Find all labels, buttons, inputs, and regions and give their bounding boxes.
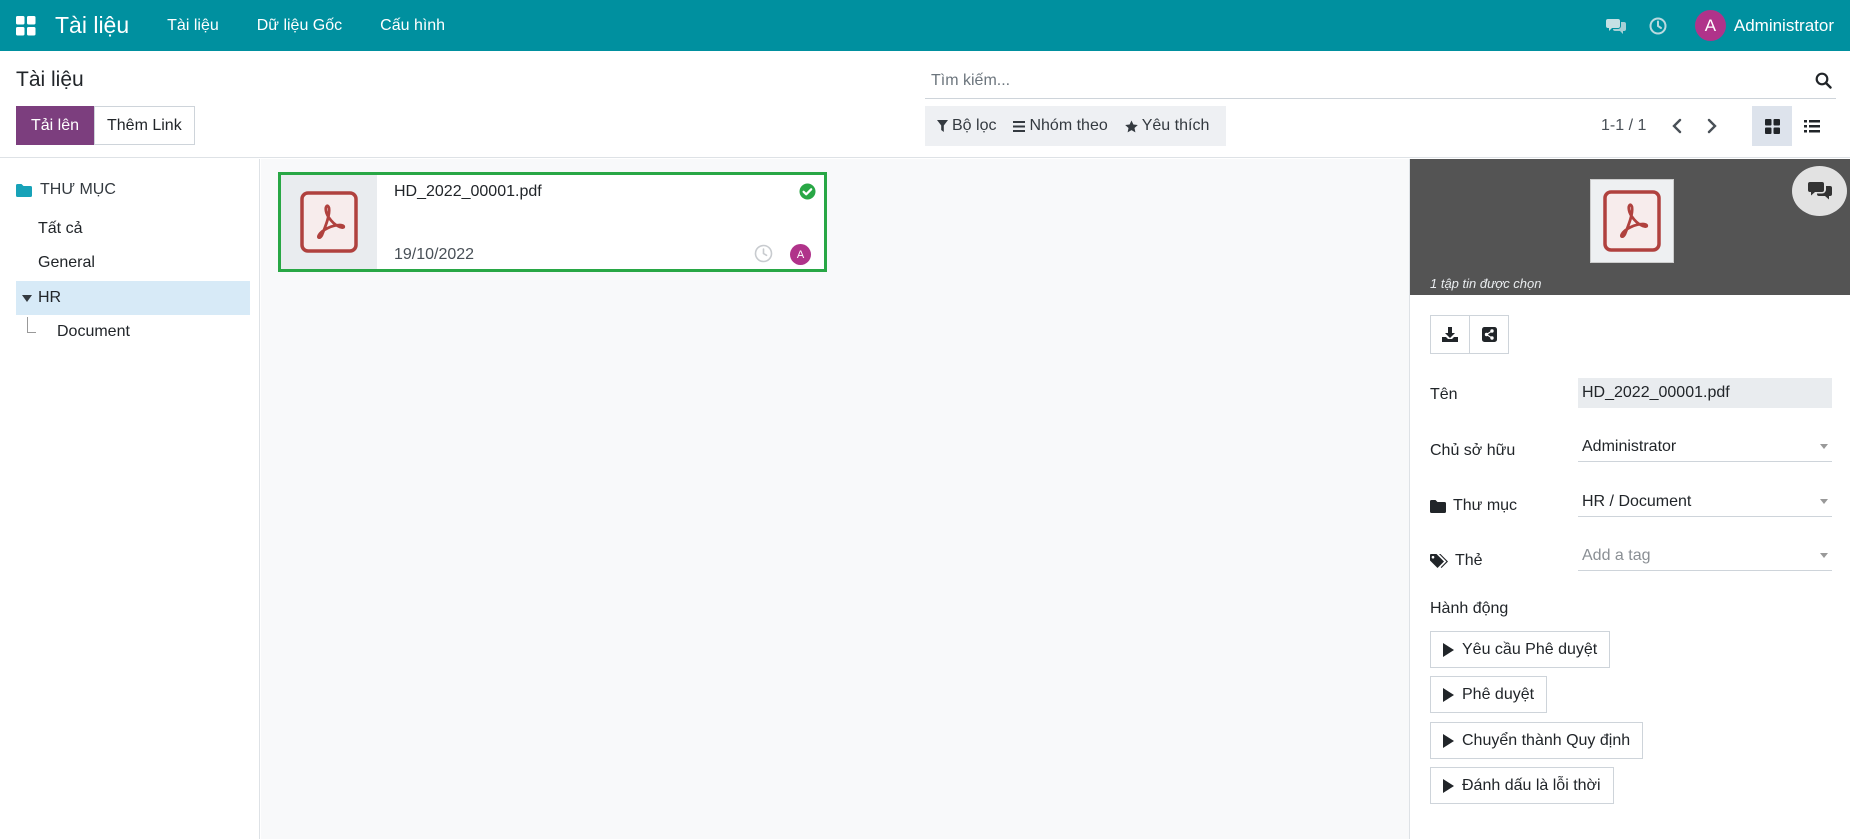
tags-input[interactable] [1582, 546, 1812, 565]
kanban-area: HD_2022_00001.pdf 19/10/2022 A [261, 159, 1409, 839]
pager-previous[interactable] [1663, 111, 1691, 141]
chatter-button[interactable] [1792, 166, 1847, 216]
tags-field[interactable] [1578, 541, 1832, 571]
action-label: Yêu cầu Phê duyệt [1462, 640, 1598, 658]
filters-label: Bộ lọc [952, 117, 997, 134]
sidebar-item-hr[interactable]: HR [16, 281, 250, 315]
menu-documents[interactable]: Tài liệu [167, 17, 219, 35]
sidebar-item-document[interactable]: Document [57, 323, 130, 341]
group-by-button[interactable]: Nhóm theo [1007, 117, 1118, 135]
document-inspector: 1 tập tin được chọn Tên HD_2022_00001.pd… [1409, 159, 1850, 839]
card-date: 19/10/2022 [394, 246, 475, 263]
chevron-down-icon[interactable] [1820, 553, 1828, 558]
name-field[interactable]: HD_2022_00001.pdf [1578, 378, 1832, 408]
kanban-icon [1764, 118, 1780, 134]
tags-label-row: Thẻ [1430, 552, 1483, 570]
folder-icon [1430, 499, 1446, 513]
download-button[interactable] [1430, 315, 1470, 354]
chevron-down-icon[interactable] [1820, 499, 1828, 504]
play-icon [1443, 778, 1454, 793]
folder-label-row: Thư mục [1430, 497, 1517, 515]
chevron-right-icon [1707, 118, 1717, 134]
search-bar [925, 63, 1836, 99]
search-input[interactable] [925, 71, 1812, 90]
sidebar-item-hr-label: HR [38, 289, 62, 306]
card-file-name: HD_2022_00001.pdf [394, 183, 542, 200]
breadcrumb: Tài liệu [16, 68, 84, 91]
pdf-icon [1603, 190, 1661, 252]
menu-master-data[interactable]: Dữ liệu Gốc [257, 17, 342, 35]
search-icon[interactable] [1812, 70, 1834, 92]
play-icon [1443, 687, 1454, 702]
folder-value: HR / Document [1582, 492, 1692, 510]
owner-field[interactable]: Administrator [1578, 432, 1832, 462]
action-label: Phê duyệt [1462, 685, 1535, 703]
grid-icon[interactable] [13, 13, 39, 39]
avatar[interactable]: A [790, 244, 811, 265]
card-thumbnail [281, 175, 377, 269]
caret-down-icon[interactable] [22, 294, 32, 302]
menu-configuration[interactable]: Cấu hình [380, 17, 445, 35]
group-by-label: Nhóm theo [1029, 117, 1108, 134]
top-navbar: Tài liệu Tài liệu Dữ liệu Gốc Cấu hình A… [0, 0, 1850, 51]
pager-next[interactable] [1698, 111, 1726, 141]
actions-heading: Hành động [1430, 600, 1509, 617]
clock-icon[interactable] [1647, 15, 1669, 37]
filters-button[interactable]: Bộ lọc [931, 117, 1007, 135]
document-card[interactable]: HD_2022_00001.pdf 19/10/2022 A [278, 172, 827, 272]
inspector-preview: 1 tập tin được chọn [1410, 159, 1850, 295]
action-mark-obsolete-button[interactable]: Đánh dấu là lỗi thời [1430, 767, 1614, 804]
upload-button[interactable]: Tải lên [16, 106, 95, 145]
bars-icon [1013, 120, 1026, 132]
folder-sidebar: THƯ MỤC Tất cả General HR Document [0, 159, 260, 839]
folder-field[interactable]: HR / Document [1578, 487, 1832, 517]
tags-label: Thẻ [1455, 552, 1483, 569]
chat-icon [1807, 182, 1832, 200]
favorites-label: Yêu thích [1141, 117, 1210, 134]
action-label: Chuyển thành Quy định [1462, 731, 1631, 749]
list-view-button[interactable] [1792, 106, 1832, 146]
avatar[interactable]: A [1694, 10, 1726, 41]
funnel-icon [937, 120, 948, 132]
action-convert-regulation-button[interactable]: Chuyển thành Quy định [1430, 722, 1644, 759]
chat-icon[interactable] [1605, 15, 1627, 37]
tree-connector [27, 317, 36, 333]
pdf-icon [300, 191, 358, 253]
share-icon [1481, 327, 1497, 342]
play-icon [1443, 642, 1454, 657]
owner-label: Chủ sở hữu [1430, 442, 1516, 459]
add-link-button[interactable]: Thêm Link [94, 106, 195, 145]
app-title[interactable]: Tài liệu [55, 12, 129, 39]
search-options: Bộ lọc Nhóm theo Yêu thích [925, 106, 1227, 146]
owner-value: Administrator [1582, 437, 1677, 455]
user-menu[interactable]: Administrator [1734, 16, 1834, 36]
star-icon [1124, 120, 1138, 132]
clock-icon[interactable] [754, 244, 773, 263]
chevron-down-icon[interactable] [1820, 444, 1828, 449]
list-icon [1804, 119, 1820, 132]
name-label: Tên [1430, 386, 1458, 403]
tags-icon [1430, 553, 1448, 568]
action-approve-button[interactable]: Phê duyệt [1430, 676, 1548, 713]
check-circle-icon [799, 183, 816, 200]
folder-icon [16, 183, 32, 197]
kanban-view-button[interactable] [1752, 106, 1792, 146]
control-panel: Tài liệu Tải lên Thêm Link Bộ lọc Nhóm t… [0, 51, 1850, 158]
selection-caption: 1 tập tin được chọn [1430, 276, 1542, 291]
pager-value[interactable]: 1-1 / 1 [1601, 117, 1646, 135]
folders-header-label: THƯ MỤC [40, 181, 116, 198]
play-icon [1443, 733, 1454, 748]
download-icon [1442, 327, 1458, 342]
action-label: Đánh dấu là lỗi thời [1462, 776, 1601, 794]
action-request-approval-button[interactable]: Yêu cầu Phê duyệt [1430, 631, 1611, 668]
preview-thumbnail[interactable] [1590, 179, 1674, 263]
share-button[interactable] [1469, 315, 1509, 354]
chevron-left-icon [1672, 118, 1682, 134]
folder-label: Thư mục [1453, 497, 1518, 514]
favorites-button[interactable]: Yêu thích [1119, 117, 1221, 135]
folders-header: THƯ MỤC [16, 181, 116, 199]
sidebar-item-all[interactable]: Tất cả [38, 220, 82, 238]
sidebar-item-general[interactable]: General [38, 254, 95, 272]
